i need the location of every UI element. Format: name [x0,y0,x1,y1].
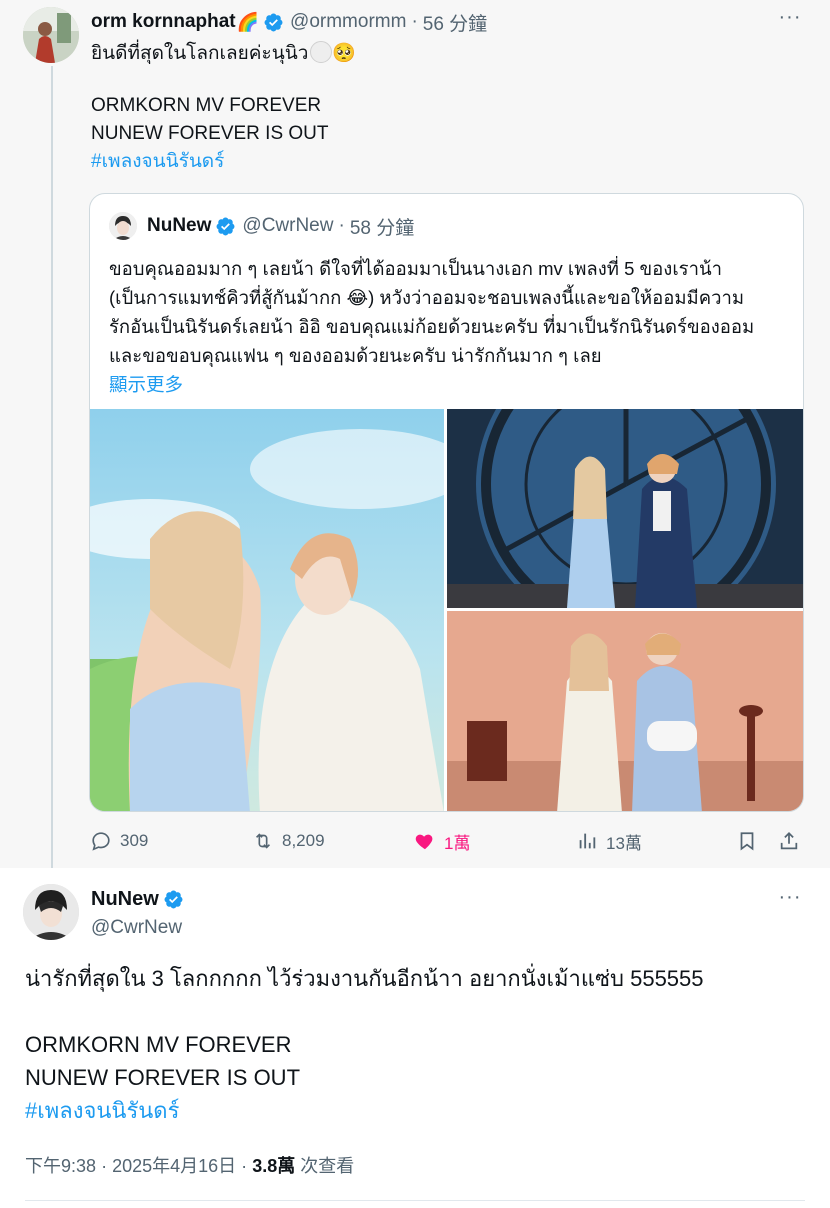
reply-button[interactable]: 309 [90,826,148,856]
tweet-timestamp[interactable]: 下午9:38 [25,1156,96,1176]
tweet-text: น่ารักที่สุดใน 3 โลกกกกก ไว้ร่วมงานกันอี… [25,962,805,1127]
quote-text-line: ขอบคุณออมมาก ๆ เลยน้า ดีใจที่ได้ออมมาเป็… [109,258,723,279]
hashtag-link[interactable]: #เพลงจนนิรันดร์ [25,1094,805,1127]
quote-text-line: และขอขอบคุณแฟน ๆ ของออมด้วยนะครับ น่ารัก… [109,345,602,366]
pleading-emoji: 🥺 [332,43,357,64]
divider [25,1200,805,1201]
quoted-tweet[interactable]: NuNew @CwrNew · 58 分鐘 ขอบคุณออมมาก ๆ เลย… [89,193,804,812]
verified-badge-icon [264,13,283,31]
tweet-text: ยินดีที่สุดในโลกเลยค่ะนุนิว 🥺 ORMKORN MV … [91,40,811,176]
action-bar: 309 8,209 1萬 13萬 [90,826,810,856]
more-dots-icon[interactable]: ··· [778,887,802,914]
tweet-text-line: ORMKORN MV FOREVER [91,95,322,116]
repost-icon [255,833,271,849]
avatar[interactable] [23,884,79,940]
separator-dot: · [411,11,418,32]
reply-count: 309 [120,831,149,850]
media-image-sky-couple[interactable] [90,409,444,811]
quote-author-name: NuNew [147,215,212,236]
like-button[interactable]: 1萬 [414,826,470,856]
rainbow-emoji: 🌈 [236,11,260,32]
quote-avatar [109,212,137,240]
author-name[interactable]: orm kornnaphat [91,11,236,33]
tweet-text-line: NUNEW FOREVER IS OUT [91,123,329,144]
show-more-link[interactable]: 顯示更多 [109,370,789,399]
tweet-text-line: ORMKORN MV FOREVER [25,1032,292,1057]
media-image-clock[interactable] [447,409,803,608]
separator-dot: · [338,215,345,236]
quote-author-handle: @CwrNew [242,215,334,236]
author-name[interactable]: NuNew [91,888,159,911]
tweet-date[interactable]: 2025年4月16日 [112,1156,236,1176]
thread-connector-line [51,66,53,868]
heart-icon [415,834,433,850]
author-name-row[interactable]: NuNew [91,888,190,911]
tweet-text-line: น่ารักที่สุดใน 3 โลกกกกก ไว้ร่วมงานกันอี… [25,966,704,991]
repost-count: 8,209 [282,831,325,850]
quote-text-line: รักอันเป็นนิรันดร์เลยน้า อิอิ ขอบคุณแม่ก… [109,316,755,337]
more-dots-icon[interactable]: ··· [778,7,802,34]
tweet-text-line: NUNEW FOREVER IS OUT [25,1065,301,1090]
main-tweet: NuNew @CwrNew ··· น่ารักที่สุดใน 3 โลกกก… [0,868,830,1208]
author-handle[interactable]: @CwrNew [91,917,182,939]
views-total: 3.8萬 [252,1156,296,1176]
white-heart-icon [310,41,333,63]
author-handle[interactable]: @ormmormm [290,11,406,33]
separator-dot: · [241,1156,248,1176]
repost-button[interactable]: 8,209 [252,826,325,856]
tweet-text-line: ยินดีที่สุดในโลกเลยค่ะนุนิว [91,43,309,64]
views-icon [579,833,596,849]
share-icon [780,831,798,850]
avatar[interactable] [23,7,79,63]
reply-icon [92,832,110,851]
bookmark-button[interactable] [736,826,766,856]
separator-dot: · [101,1156,108,1176]
quote-time: 58 分鐘 [349,217,415,239]
tweet-meta: 下午9:38 · 2025年4月16日 · 3.8萬 次查看 [25,1152,354,1178]
quote-text: ขอบคุณออมมาก ๆ เลยน้า ดีใจที่ได้ออมมาเป็… [109,254,789,399]
views-label: 次查看 [300,1156,355,1176]
media-image-indoor[interactable] [447,611,803,811]
hashtag-link[interactable]: #เพลงจนนิรันดร์ [91,148,811,176]
quote-text-line: (เป็นการแมทช์คิวที่สู้กันม้ากก 😂) หวังว่… [109,287,745,308]
like-count: 1萬 [444,833,471,853]
bookmark-icon [740,832,754,851]
share-button[interactable] [778,826,808,856]
verified-badge-icon [216,217,235,235]
tweet-time[interactable]: 56 分鐘 [423,9,487,36]
verified-badge-icon [164,890,183,909]
parent-tweet[interactable]: orm kornnaphat 🌈 @ormmormm · 56 分鐘 ยินดี… [0,0,830,868]
views-count: 13萬 [606,833,642,853]
media-grid [90,409,803,811]
views-button[interactable]: 13萬 [576,826,642,856]
